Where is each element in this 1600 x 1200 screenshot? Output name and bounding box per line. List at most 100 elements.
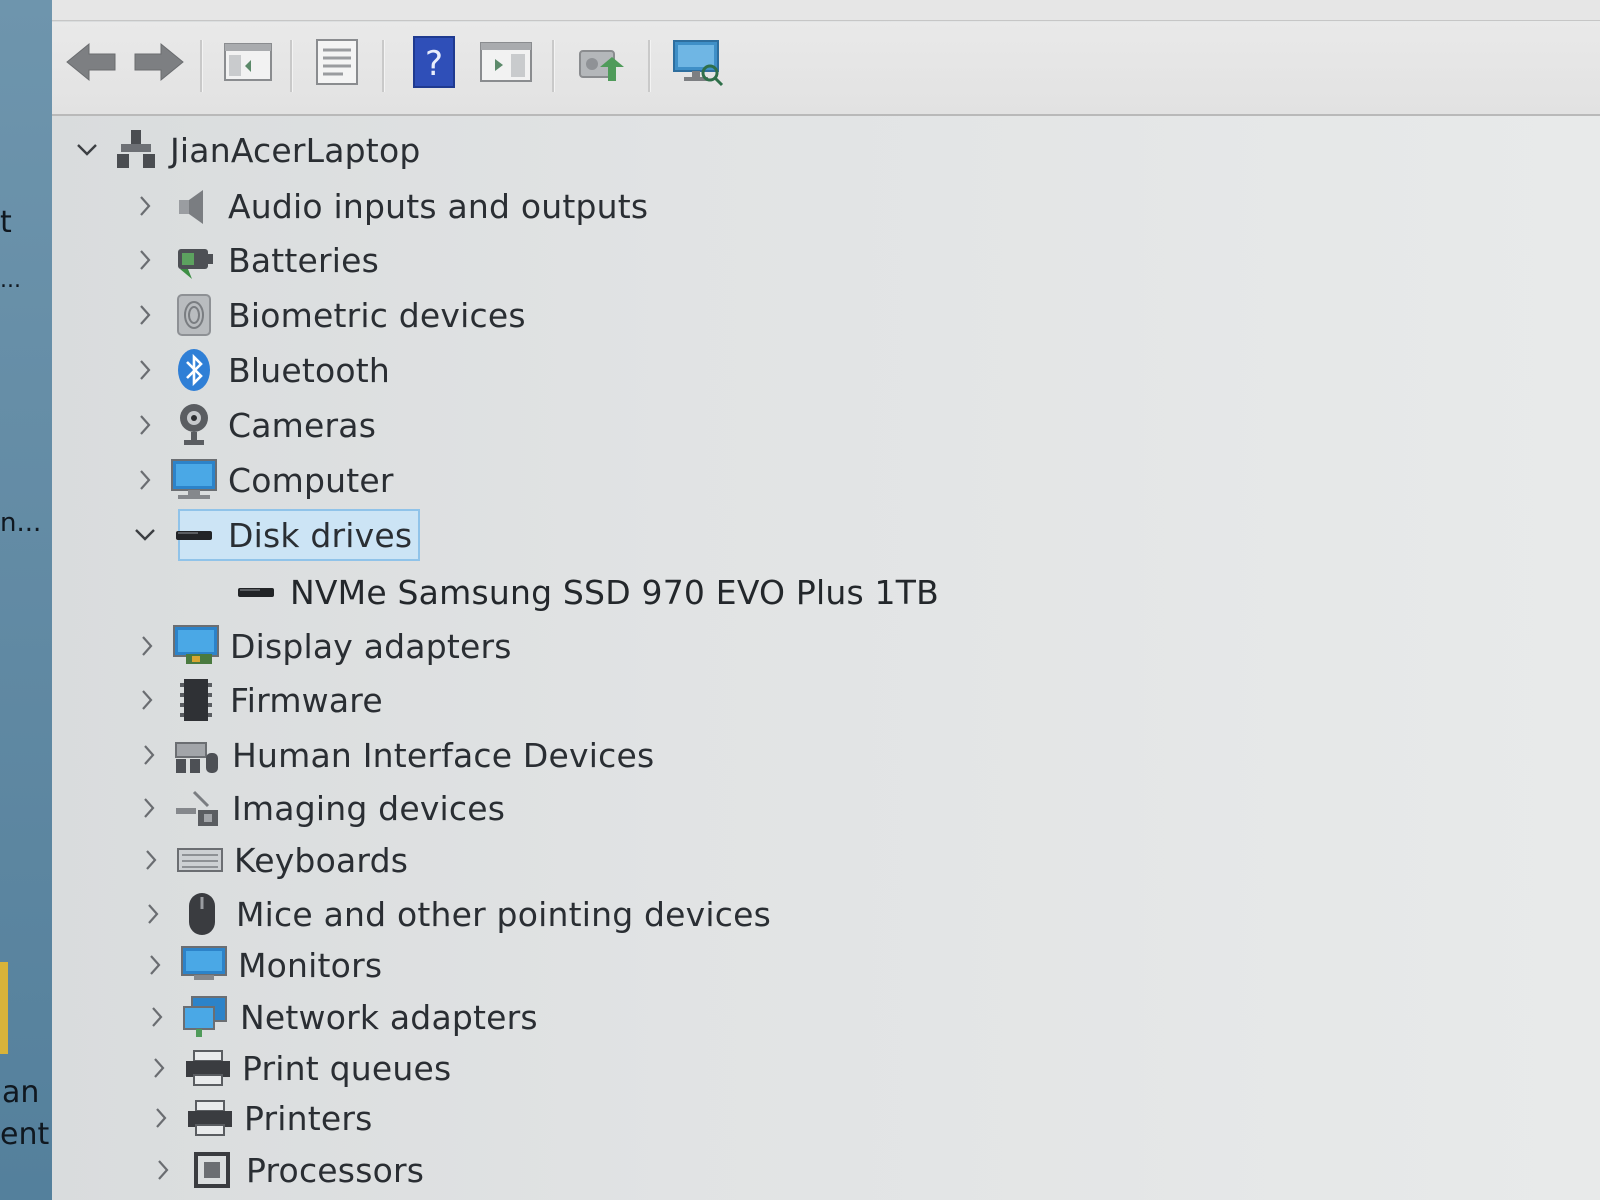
update-driver-icon bbox=[579, 50, 624, 81]
disk-drive-icon bbox=[232, 570, 280, 614]
show-hide-console-tree-button[interactable] bbox=[218, 32, 278, 92]
arrow-right-icon bbox=[134, 42, 184, 82]
tree-item-disk-drives[interactable]: Disk drives bbox=[130, 509, 470, 561]
mouse-icon bbox=[178, 892, 226, 936]
toolbar-separator bbox=[648, 40, 651, 92]
device-manager-window: ? JianAcerLaptop Audio inputs and output… bbox=[52, 0, 1600, 1200]
tree-item-label: NVMe Samsung SSD 970 EVO Plus 1TB bbox=[290, 572, 939, 612]
tree-item-label: Imaging devices bbox=[232, 788, 506, 828]
tree-item-label: Print queues bbox=[242, 1048, 452, 1088]
tree-item-processors[interactable]: Processors bbox=[148, 1146, 424, 1194]
tree-item-label: Display adapters bbox=[230, 626, 512, 666]
toolbar-separator bbox=[382, 40, 385, 92]
tree-item-display-adapters[interactable]: Display adapters bbox=[132, 622, 512, 670]
tree-item-label: Firmware bbox=[230, 680, 383, 720]
display-adapter-icon bbox=[172, 624, 220, 668]
tree-item-label: Keyboards bbox=[234, 840, 409, 880]
menu-bar bbox=[52, 0, 1600, 21]
chevron-right-icon[interactable] bbox=[132, 676, 162, 724]
tree-item-printers[interactable]: Printers bbox=[146, 1094, 373, 1142]
keyboard-icon bbox=[176, 838, 224, 882]
toolbar-separator bbox=[200, 40, 203, 92]
chevron-right-icon[interactable] bbox=[146, 1094, 176, 1142]
chevron-right-icon[interactable] bbox=[140, 941, 170, 989]
disk-drive-icon bbox=[170, 513, 218, 557]
chevron-right-icon[interactable] bbox=[130, 236, 160, 284]
tree-item-bluetooth[interactable]: Bluetooth bbox=[130, 346, 390, 394]
hid-icon bbox=[174, 733, 222, 777]
properties-button[interactable] bbox=[308, 32, 368, 92]
help-button[interactable]: ? bbox=[404, 32, 464, 92]
chevron-right-icon[interactable] bbox=[130, 346, 160, 394]
tree-item-print-queues[interactable]: Print queues bbox=[144, 1044, 451, 1092]
tree-item-label: Processors bbox=[246, 1150, 425, 1190]
tree-root-label: JianAcerLaptop bbox=[170, 130, 421, 170]
tree-item-label: Disk drives bbox=[228, 515, 413, 555]
webcam-icon bbox=[170, 403, 218, 447]
chevron-right-icon[interactable] bbox=[130, 401, 160, 449]
chevron-right-icon[interactable] bbox=[130, 182, 160, 230]
chevron-right-icon[interactable] bbox=[136, 836, 166, 884]
chevron-right-icon[interactable] bbox=[130, 456, 160, 504]
desktop-icon-label-fragment[interactable]: n... bbox=[0, 508, 41, 538]
tree-item-firmware[interactable]: Firmware bbox=[132, 676, 383, 724]
tree-item-mice-pointing-devices[interactable]: Mice and other pointing devices bbox=[138, 890, 771, 938]
chevron-right-icon[interactable] bbox=[142, 993, 172, 1041]
tree-item-imaging-devices[interactable]: Imaging devices bbox=[134, 784, 505, 832]
chevron-down-icon[interactable] bbox=[130, 511, 160, 559]
monitor-icon bbox=[170, 458, 218, 502]
tree-item-label: Human Interface Devices bbox=[232, 735, 655, 775]
network-adapter-icon bbox=[182, 995, 230, 1039]
tree-item-cameras[interactable]: Cameras bbox=[130, 401, 376, 449]
firmware-icon bbox=[172, 678, 220, 722]
tree-root[interactable]: JianAcerLaptop bbox=[72, 126, 420, 174]
chevron-right-icon[interactable] bbox=[134, 784, 164, 832]
fingerprint-icon bbox=[170, 293, 218, 337]
tree-item-batteries[interactable]: Batteries bbox=[130, 236, 379, 284]
desktop-icon-label-fragment[interactable]: ent bbox=[0, 1117, 49, 1152]
tree-item-computer[interactable]: Computer bbox=[130, 456, 394, 504]
tree-item-label: Bluetooth bbox=[228, 350, 390, 390]
device-tree: JianAcerLaptop Audio inputs and outputs bbox=[52, 120, 1600, 1200]
console-tree-icon bbox=[224, 43, 272, 81]
arrow-left-icon bbox=[66, 42, 116, 82]
chevron-right-icon[interactable] bbox=[130, 291, 160, 339]
help-icon: ? bbox=[413, 36, 455, 88]
chevron-right-icon[interactable] bbox=[138, 890, 168, 938]
chevron-right-icon[interactable] bbox=[134, 731, 164, 779]
desktop-icon-label-fragment[interactable]: an bbox=[2, 1075, 39, 1110]
desktop-folder-icon[interactable] bbox=[0, 962, 8, 1054]
printer-icon bbox=[186, 1096, 234, 1140]
tree-item-label: Mice and other pointing devices bbox=[236, 894, 772, 934]
tree-item-human-interface-devices[interactable]: Human Interface Devices bbox=[134, 731, 654, 779]
desktop-icon-label-fragment[interactable]: t bbox=[0, 205, 12, 240]
forward-button[interactable] bbox=[128, 32, 188, 92]
toolbar-separator bbox=[290, 40, 293, 92]
tree-item-label: Biometric devices bbox=[228, 295, 526, 335]
tree-item-monitors[interactable]: Monitors bbox=[140, 941, 382, 989]
chevron-right-icon[interactable] bbox=[132, 622, 162, 670]
update-driver-button[interactable] bbox=[572, 32, 632, 92]
toolbar: ? bbox=[52, 22, 1600, 116]
tree-item-label: Network adapters bbox=[240, 997, 538, 1037]
scan-hardware-button[interactable] bbox=[668, 32, 728, 92]
tree-item-label: Monitors bbox=[238, 945, 383, 985]
tree-item-label: Printers bbox=[244, 1098, 373, 1138]
computer-root-icon bbox=[112, 128, 160, 172]
tree-item-keyboards[interactable]: Keyboards bbox=[136, 836, 408, 884]
scan-hardware-icon bbox=[673, 40, 724, 87]
show-action-pane-button[interactable] bbox=[476, 32, 536, 92]
desktop-icon-label-fragment[interactable]: ... bbox=[0, 268, 21, 293]
back-button[interactable] bbox=[62, 32, 122, 92]
tree-item-network-adapters[interactable]: Network adapters bbox=[142, 993, 538, 1041]
chevron-down-icon[interactable] bbox=[72, 126, 102, 174]
tree-item-label: Batteries bbox=[228, 240, 380, 280]
tree-item-nvme-samsung-ssd[interactable]: NVMe Samsung SSD 970 EVO Plus 1TB bbox=[222, 568, 939, 616]
monitor-icon bbox=[180, 943, 228, 987]
processor-icon bbox=[188, 1148, 236, 1192]
tree-item-label: Cameras bbox=[228, 405, 377, 445]
chevron-right-icon[interactable] bbox=[144, 1044, 174, 1092]
chevron-right-icon[interactable] bbox=[148, 1146, 178, 1194]
tree-item-biometric-devices[interactable]: Biometric devices bbox=[130, 291, 526, 339]
tree-item-audio-inputs-outputs[interactable]: Audio inputs and outputs bbox=[130, 182, 648, 230]
